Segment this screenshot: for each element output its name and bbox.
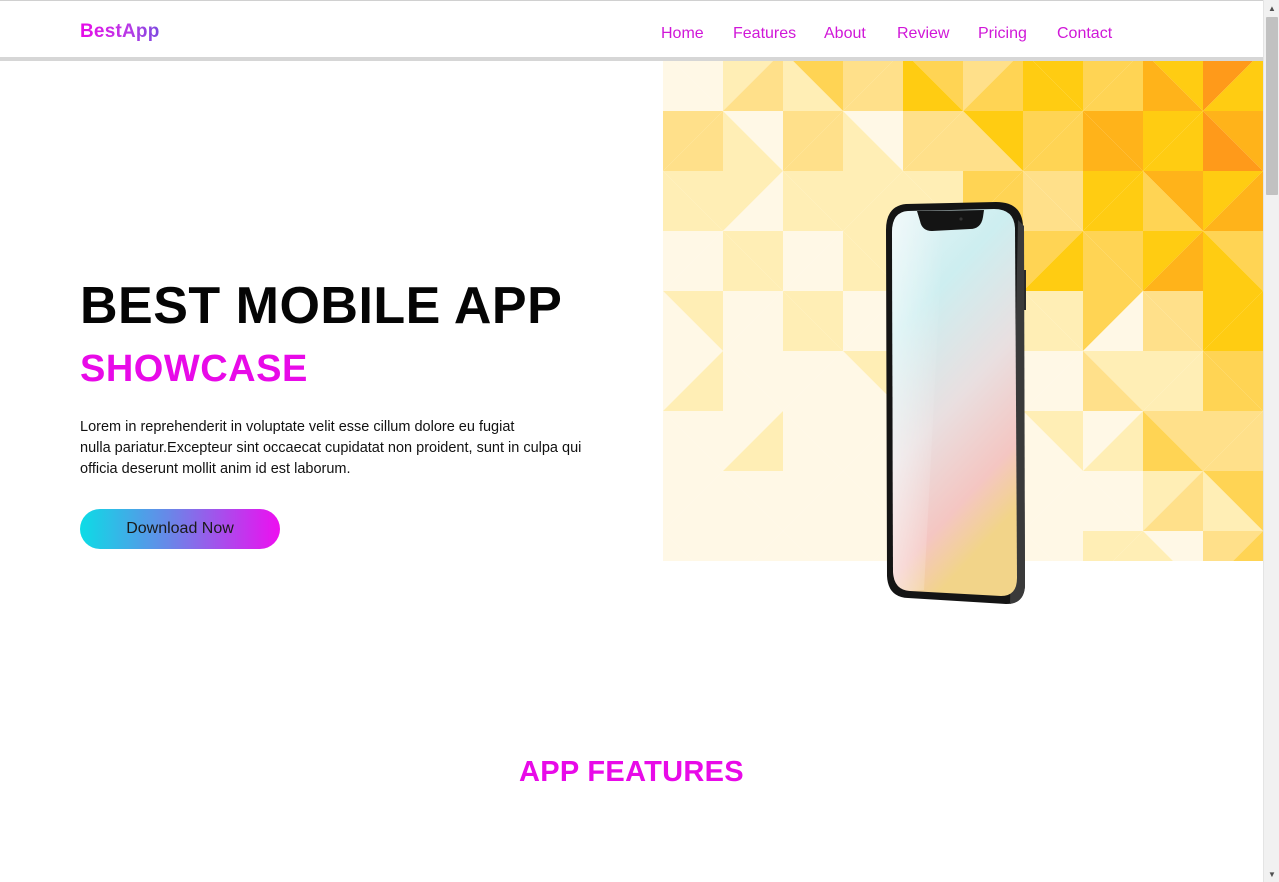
hero-description-line: officia deserunt mollit anim id est labo… (80, 461, 351, 477)
navbar: BestApp Home Features About Review Prici… (0, 1, 1263, 57)
scrollbar-thumb[interactable] (1266, 17, 1278, 195)
nav-link-features[interactable]: Features (733, 25, 796, 43)
triangle-down-icon[interactable]: ▼ (1264, 866, 1279, 882)
nav-link-contact[interactable]: Contact (1057, 25, 1112, 43)
nav-link-pricing[interactable]: Pricing (978, 25, 1027, 43)
nav-link-home[interactable]: Home (661, 25, 704, 43)
hero-title: BEST MOBILE APP (80, 277, 563, 335)
hero-description-line: nulla pariatur.Excepteur sint occaecat c… (80, 440, 582, 456)
features-section-title: APP FEATURES (519, 756, 744, 788)
phone-mockup-image (884, 200, 1028, 606)
triangle-up-icon[interactable]: ▲ (1264, 0, 1279, 16)
download-now-button[interactable]: Download Now (80, 509, 280, 549)
hero-subtitle: SHOWCASE (80, 348, 308, 390)
nav-link-about[interactable]: About (824, 25, 866, 43)
vertical-scrollbar[interactable]: ▲ ▼ (1263, 0, 1279, 882)
hero-description-line: Lorem in reprehenderit in voluptate veli… (80, 419, 515, 435)
nav-link-review[interactable]: Review (897, 25, 949, 43)
brand-logo[interactable]: BestApp (80, 21, 160, 43)
